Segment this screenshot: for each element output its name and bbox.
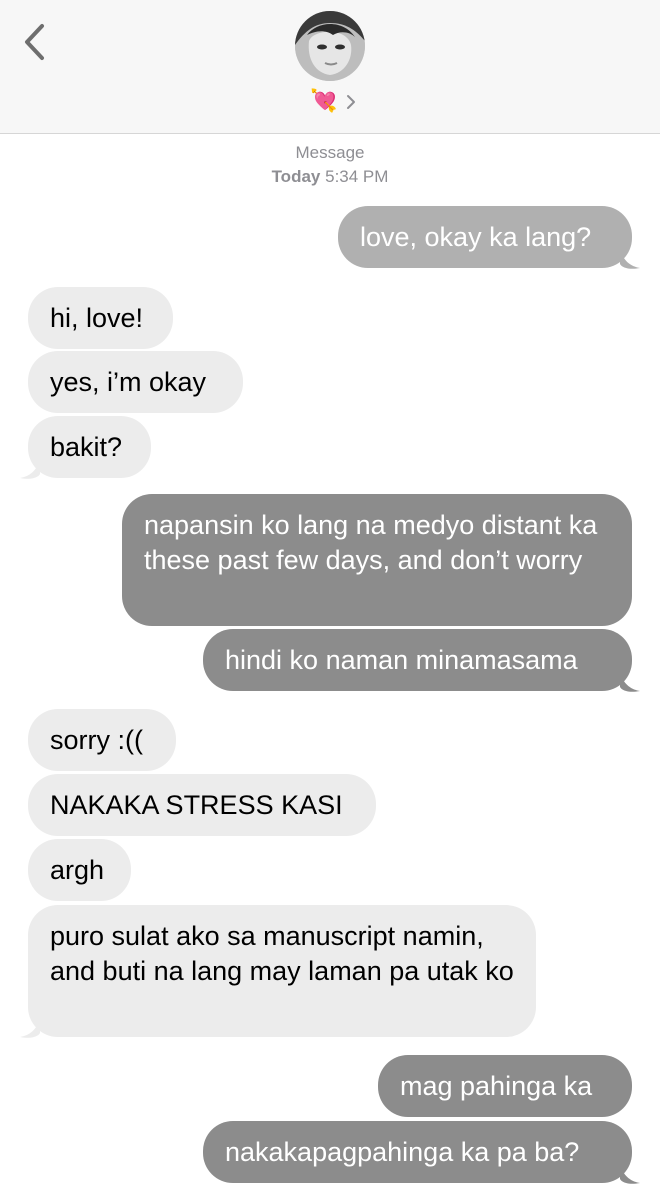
message-text: love, okay ka lang? — [360, 222, 592, 252]
message-text: NAKAKA STRESS KASI — [50, 790, 343, 820]
message-bubble-received[interactable]: bakit? — [28, 416, 151, 478]
timestamp-time: 5:34 PM — [325, 167, 389, 186]
heart-arrow-emoji: 💘 — [310, 89, 338, 114]
bubble-tail — [20, 1017, 40, 1038]
contact-name-button[interactable]: 💘 — [310, 88, 357, 116]
message-bubble-sent[interactable]: napansin ko lang na medyo distant ka the… — [122, 494, 632, 626]
bubble-tail — [20, 458, 40, 479]
message-bubble-received[interactable]: sorry :(( — [28, 709, 176, 771]
timestamp-label: Message — [295, 143, 365, 162]
avatar[interactable] — [295, 11, 365, 81]
message-text: hi, love! — [50, 303, 144, 333]
chevron-left-icon[interactable] — [18, 20, 52, 64]
message-bubble-received[interactable]: argh — [28, 839, 131, 901]
message-text: nakakapagpahinga ka pa ba? — [225, 1137, 580, 1167]
message-bubble-received[interactable]: puro sulat ako sa manuscript namin, and … — [28, 905, 536, 1037]
bubble-tail — [620, 1163, 640, 1184]
conversation-header: 💘 — [0, 0, 660, 134]
message-timestamp: Message Today 5:34 PM — [0, 141, 660, 189]
avatar-photo — [295, 11, 365, 81]
timestamp-day: Today — [271, 167, 321, 186]
message-text: bakit? — [50, 432, 123, 462]
message-text: argh — [50, 855, 105, 885]
bubble-tail — [620, 671, 640, 692]
message-text: sorry :(( — [50, 725, 143, 755]
message-bubble-sent[interactable]: love, okay ka lang? — [338, 206, 632, 268]
message-text: yes, i’m okay — [50, 367, 207, 397]
timestamp-datetime: Today 5:34 PM — [0, 165, 660, 189]
chevron-right-icon — [347, 95, 356, 109]
message-bubble-received[interactable]: hi, love! — [28, 287, 173, 349]
message-bubble-sent[interactable]: hindi ko naman minamasama — [203, 629, 632, 691]
message-bubble-received[interactable]: yes, i’m okay — [28, 351, 243, 413]
bubble-tail — [620, 248, 640, 269]
message-bubble-sent[interactable]: nakakapagpahinga ka pa ba? — [203, 1121, 632, 1183]
message-bubble-received[interactable]: NAKAKA STRESS KASI — [28, 774, 376, 836]
message-text: napansin ko lang na medyo distant ka the… — [144, 510, 598, 575]
message-text: puro sulat ako sa manuscript namin, and … — [50, 921, 514, 986]
message-text: hindi ko naman minamasama — [225, 645, 578, 675]
message-bubble-sent[interactable]: mag pahinga ka — [378, 1055, 632, 1117]
message-text: mag pahinga ka — [400, 1071, 593, 1101]
